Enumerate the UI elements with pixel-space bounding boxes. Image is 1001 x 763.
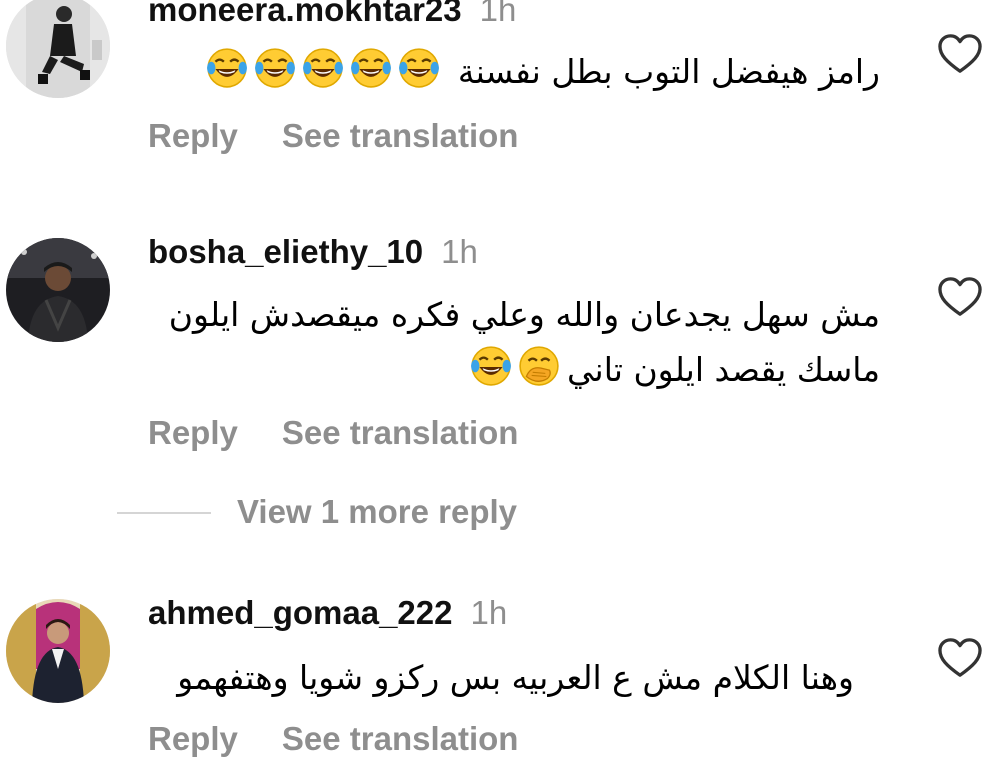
view-more-replies-label[interactable]: View 1 more reply <box>237 493 517 531</box>
divider-line <box>117 512 211 514</box>
username[interactable]: moneera.mokhtar23 <box>148 0 462 28</box>
see-translation-button[interactable]: See translation <box>282 414 519 452</box>
username[interactable]: bosha_eliethy_10 <box>148 233 423 270</box>
emoji-group <box>467 346 563 389</box>
reply-button[interactable]: Reply <box>148 117 238 155</box>
avatar[interactable] <box>6 238 110 342</box>
timestamp: 1h <box>479 0 517 28</box>
avatar[interactable] <box>6 599 110 703</box>
reply-button[interactable]: Reply <box>148 720 238 758</box>
comment-header: moneera.mokhtar23 1h <box>148 0 516 29</box>
comment-actions: Reply See translation <box>148 720 518 758</box>
avatar[interactable] <box>6 0 110 98</box>
tears-of-joy-emoji <box>206 47 248 89</box>
tears-of-joy-emoji <box>254 47 296 89</box>
heart-outline-icon[interactable] <box>937 33 983 75</box>
comment-actions: Reply See translation <box>148 117 518 155</box>
comment-text: رامز هيفضل التوب بطل نفسنة <box>148 44 880 99</box>
comment-text-content: وهنا الكلام مش ع العربيه بس ركزو شويا وه… <box>177 658 854 697</box>
heart-outline-icon[interactable] <box>937 637 983 679</box>
hand-over-mouth-emoji <box>518 345 560 387</box>
timestamp: 1h <box>441 233 478 270</box>
emoji-group <box>203 48 443 91</box>
comment-text-content: ماسك يقصد ايلون تاني <box>567 350 880 389</box>
comment-header: ahmed_gomaa_222 1h <box>148 594 507 632</box>
tears-of-joy-emoji <box>302 47 344 89</box>
tears-of-joy-emoji <box>470 345 512 387</box>
username[interactable]: ahmed_gomaa_222 <box>148 594 453 631</box>
tears-of-joy-emoji <box>350 47 392 89</box>
comment-text: مش سهل يجدعان والله وعلي فكره ميقصدش ايل… <box>148 287 880 397</box>
heart-outline-icon[interactable] <box>937 276 983 318</box>
comment-text-line-2: ماسك يقصد ايلون تاني <box>148 342 880 397</box>
comment-text-line: مش سهل يجدعان والله وعلي فكره ميقصدش ايل… <box>168 295 880 334</box>
comment-text: وهنا الكلام مش ع العربيه بس ركزو شويا وه… <box>148 650 854 705</box>
comment-text-content: رامز هيفضل التوب بطل نفسنة <box>457 52 880 91</box>
reply-button[interactable]: Reply <box>148 414 238 452</box>
timestamp: 1h <box>470 594 508 631</box>
see-translation-button[interactable]: See translation <box>282 720 519 758</box>
comment-header: bosha_eliethy_10 1h <box>148 233 478 271</box>
comment-actions: Reply See translation <box>148 414 518 452</box>
see-translation-button[interactable]: See translation <box>282 117 519 155</box>
tears-of-joy-emoji <box>398 47 440 89</box>
